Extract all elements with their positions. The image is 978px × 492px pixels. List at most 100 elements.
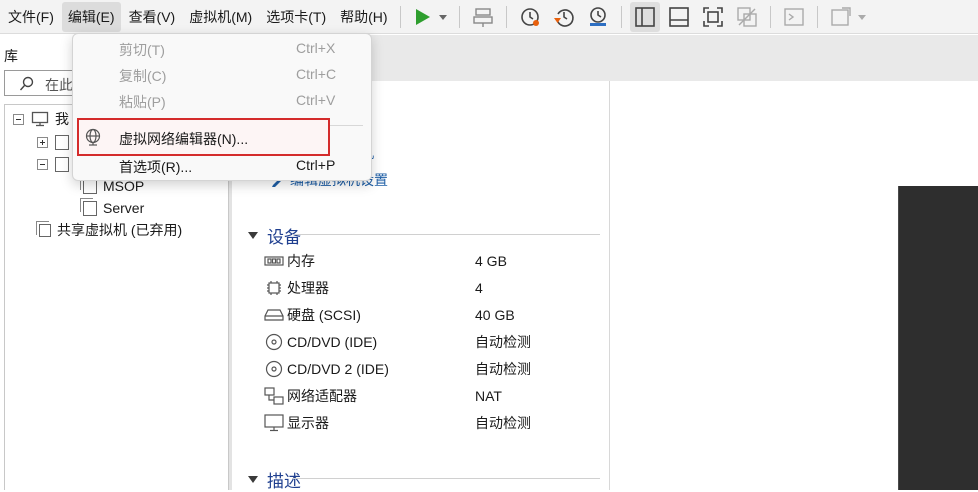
description-section-title: 描述 (267, 472, 301, 491)
device-name: CD/DVD 2 (IDE) (287, 361, 389, 377)
search-icon (19, 76, 34, 91)
menu-item-cut[interactable]: 剪切(T) Ctrl+X (73, 36, 371, 62)
menu-item-label: 首选项(R)... (119, 159, 193, 175)
dropdown-arrow-icon (438, 14, 447, 20)
manage-snapshots-icon (589, 6, 606, 26)
network-adapter-icon (264, 387, 284, 405)
library-view-icon (634, 6, 655, 27)
cd-dvd-icon (264, 333, 284, 351)
manage-snapshots-button[interactable] (583, 2, 613, 32)
thumbnail-bar-icon (668, 6, 689, 27)
device-value: 40 GB (475, 307, 515, 323)
menu-item-virtual-network-editor[interactable]: 虚拟网络编辑器(N)... (73, 125, 371, 151)
tree-item-my-computer[interactable]: 我 (13, 109, 69, 129)
device-value: 自动检测 (475, 361, 531, 377)
computer-icon (31, 111, 49, 127)
thumbnail-bar-button[interactable] (664, 2, 694, 32)
send-keys-icon (472, 7, 493, 27)
take-snapshot-button[interactable] (515, 2, 545, 32)
vm-screen-thumbnail[interactable] (898, 186, 978, 490)
fullscreen-icon (702, 6, 723, 27)
menu-item-paste[interactable]: 粘贴(P) Ctrl+V (73, 88, 371, 114)
tree-item-vm[interactable] (37, 132, 75, 152)
device-row-cd-dvd[interactable]: CD/DVD (IDE) 自动检测 (264, 332, 604, 352)
menu-vm[interactable]: 虚拟机(M) (183, 2, 258, 32)
toolbar-separator (769, 5, 771, 28)
devices-section-header[interactable]: 设备 (248, 223, 301, 248)
menu-item-label: 粘贴(P) (119, 94, 166, 110)
power-dropdown-button[interactable] (435, 2, 451, 32)
device-row-cd-dvd-2[interactable]: CD/DVD 2 (IDE) 自动检测 (264, 359, 604, 379)
library-title: 库 (4, 48, 18, 64)
tree-item-shared-vms[interactable]: 共享虚拟机 (已弃用) (36, 220, 183, 240)
processor-icon (264, 279, 284, 297)
unity-icon (736, 6, 757, 27)
full-screen-button[interactable] (698, 2, 728, 32)
console-view-button[interactable] (779, 2, 809, 32)
device-name: 内存 (287, 253, 315, 269)
collapse-toggle[interactable] (37, 158, 48, 170)
toolbar-separator (399, 5, 401, 28)
show-library-button[interactable] (629, 1, 660, 32)
device-name: 网络适配器 (287, 388, 357, 404)
description-section-header[interactable]: 描述 (248, 467, 301, 492)
menu-item-copy[interactable]: 复制(C) Ctrl+C (73, 62, 371, 88)
stretch-guest-button[interactable] (826, 2, 856, 32)
unity-button[interactable] (732, 2, 762, 32)
snapshot-icon (520, 7, 539, 26)
section-divider (292, 234, 600, 235)
tree-item-label: Server (103, 200, 145, 216)
toolbar-separator (816, 5, 818, 28)
device-name: 处理器 (287, 280, 329, 296)
tree-item-label: 共享虚拟机 (已弃用) (57, 222, 183, 238)
collapse-toggle[interactable] (13, 113, 24, 125)
menu-item-shortcut: Ctrl+C (296, 66, 337, 82)
device-value: 自动检测 (475, 415, 531, 431)
device-row-processor[interactable]: 处理器 4 (264, 278, 604, 298)
globe-network-icon (85, 128, 101, 146)
device-row-display[interactable]: 显示器 自动检测 (264, 413, 604, 433)
menu-item-label: 剪切(T) (119, 42, 165, 58)
send-ctrl-alt-del-button[interactable] (468, 2, 498, 32)
device-value: 4 GB (475, 253, 507, 269)
menu-help[interactable]: 帮助(H) (334, 2, 393, 32)
tree-item-label: 我 (55, 111, 69, 127)
menu-file[interactable]: 文件(F) (2, 2, 60, 32)
menu-view[interactable]: 查看(V) (123, 2, 182, 32)
toolbar-separator (458, 5, 460, 28)
memory-icon (264, 252, 284, 270)
revert-snapshot-button[interactable] (549, 2, 579, 32)
edit-menu-dropdown: 剪切(T) Ctrl+X 复制(C) Ctrl+C 粘贴(P) Ctrl+V 虚… (72, 33, 372, 181)
hard-disk-icon (264, 306, 284, 324)
menu-item-shortcut: Ctrl+X (296, 40, 336, 56)
menu-item-shortcut: Ctrl+P (296, 157, 336, 173)
stretch-icon (830, 6, 851, 26)
device-value: 4 (475, 280, 483, 296)
menu-edit[interactable]: 编辑(E) (61, 1, 121, 32)
devices-section-title: 设备 (267, 228, 301, 247)
device-row-hard-disk[interactable]: 硬盘 (SCSI) 40 GB (264, 305, 604, 325)
toolbar-separator (505, 5, 507, 28)
play-icon (415, 8, 430, 25)
menu-item-label: 虚拟网络编辑器(N)... (119, 131, 249, 147)
power-on-button[interactable] (407, 2, 437, 32)
console-icon (783, 7, 804, 26)
vm-icon (55, 134, 69, 150)
device-row-memory[interactable]: 内存 4 GB (264, 251, 604, 271)
device-row-network-adapter[interactable]: 网络适配器 NAT (264, 386, 604, 406)
dropdown-arrow-icon (857, 14, 866, 20)
vm-icon (55, 156, 69, 172)
cd-dvd-icon (264, 360, 284, 378)
menu-toolbar: 文件(F) 编辑(E) 查看(V) 虚拟机(M) 选项卡(T) 帮助(H) (0, 0, 978, 34)
menu-item-preferences[interactable]: 首选项(R)... Ctrl+P (73, 153, 371, 179)
device-name: CD/DVD (IDE) (287, 334, 378, 350)
tree-item-server[interactable]: Server (80, 197, 145, 218)
menu-item-label: 复制(C) (119, 68, 167, 84)
toolbar-separator (620, 5, 622, 28)
section-divider (292, 478, 600, 479)
device-name: 硬盘 (SCSI) (287, 307, 361, 323)
expand-toggle[interactable] (37, 136, 48, 148)
menu-tabs[interactable]: 选项卡(T) (260, 2, 332, 32)
stretch-dropdown-button[interactable] (854, 2, 870, 32)
tree-item-vm-folder[interactable] (37, 154, 75, 174)
